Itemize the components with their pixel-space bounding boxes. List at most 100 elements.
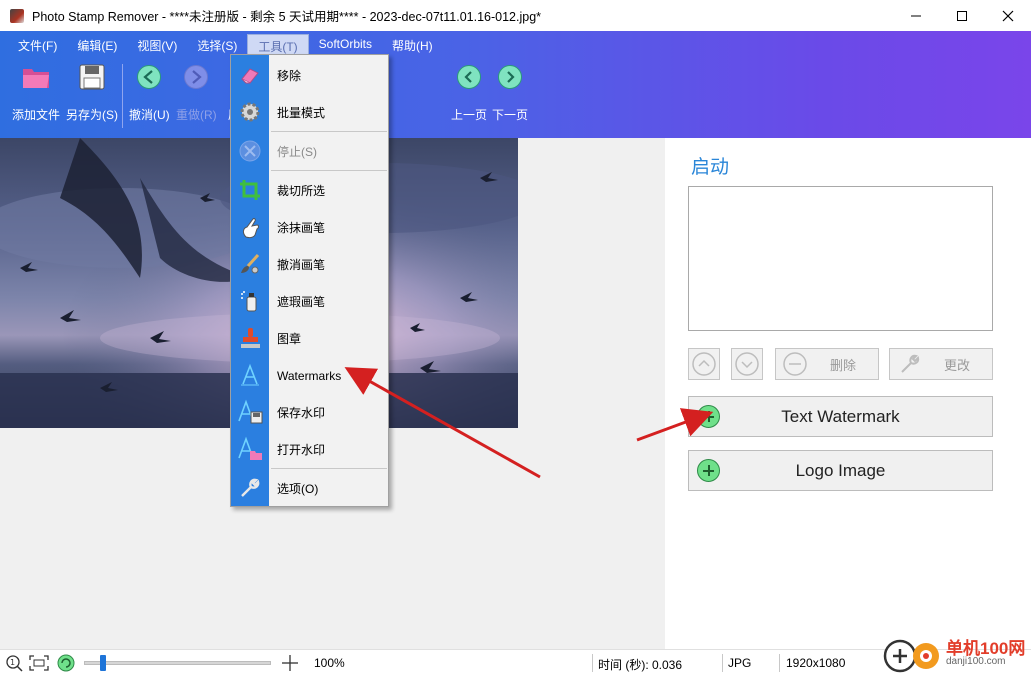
ribbon: 文件(F) 编辑(E) 视图(V) 选择(S) 工具(T) SoftOrbits… [0, 31, 1031, 138]
menu-item-stamp[interactable]: 图章 [231, 320, 388, 357]
eraser-icon [237, 62, 263, 88]
menu-item-label: 选项(O) [277, 482, 319, 496]
menu-item-label: 裁切所选 [277, 184, 326, 198]
finger-icon [237, 214, 263, 240]
plus-icon [697, 405, 720, 428]
next-page-button[interactable]: 下一页 [492, 62, 528, 123]
site-logo-icon [883, 639, 939, 673]
redo-button[interactable]: 重做(R) [176, 62, 217, 123]
text-watermark-label: Text Watermark [781, 406, 900, 426]
menu-item-options[interactable]: 选项(O) [231, 470, 388, 507]
chevron-up-icon [692, 352, 716, 376]
toolbar-separator [122, 64, 123, 128]
refresh-icon[interactable] [56, 653, 76, 673]
zoom-in-icon[interactable] [281, 654, 299, 672]
plus-icon [697, 459, 720, 482]
minus-circle-icon [783, 352, 807, 376]
menu-item-open-watermark[interactable]: 打开水印 [231, 431, 388, 468]
minimize-icon [911, 15, 921, 16]
menu-edit[interactable]: 编辑(E) [67, 34, 127, 56]
delete-label: 删除 [830, 357, 857, 373]
letter-a-icon [237, 362, 263, 388]
delete-button[interactable]: 删除 [775, 348, 879, 380]
save-as-button[interactable]: 另存为(S) [66, 62, 118, 123]
chevron-down-icon [735, 352, 759, 376]
menu-item-label: 撤消画笔 [277, 258, 326, 272]
prev-page-button[interactable]: 上一页 [451, 62, 487, 123]
menu-item-label: 保存水印 [277, 406, 326, 420]
prev-page-label: 上一页 [451, 108, 488, 122]
chevron-left-icon [454, 62, 484, 92]
save-watermark-icon [237, 399, 263, 425]
watermark-list[interactable] [688, 186, 993, 331]
arrow-right-icon [181, 62, 211, 92]
logo-image-button[interactable]: Logo Image [688, 450, 993, 491]
panel-title: 启动 [691, 157, 730, 178]
menu-item-label: 移除 [277, 69, 302, 83]
change-button[interactable]: 更改 [889, 348, 993, 380]
redo-label: 重做(R) [176, 108, 217, 122]
menu-item-label: 打开水印 [277, 443, 326, 457]
menu-item-label: 涂抹画笔 [277, 221, 326, 235]
svg-text:1: 1 [10, 658, 15, 667]
menu-help[interactable]: 帮助(H) [382, 34, 443, 56]
menu-item-label: 图章 [277, 332, 302, 346]
menu-bar: 文件(F) 编辑(E) 视图(V) 选择(S) 工具(T) SoftOrbits… [8, 34, 443, 56]
menu-view[interactable]: 视图(V) [127, 34, 187, 56]
arrow-left-icon [134, 62, 164, 92]
menu-select[interactable]: 选择(S) [187, 34, 247, 56]
fit-screen-icon[interactable] [28, 654, 50, 672]
menu-softorbits[interactable]: SoftOrbits [309, 34, 382, 56]
folder-icon [21, 62, 51, 92]
undo-label: 撤消(U) [129, 108, 170, 122]
add-file-button[interactable]: 添加文件 [12, 62, 60, 123]
maximize-button[interactable] [939, 0, 985, 31]
title-bar: Photo Stamp Remover - ****未注册版 - 剩余 5 天试… [0, 0, 1031, 31]
menu-item-watermarks[interactable]: Watermarks [231, 357, 388, 394]
close-button[interactable] [985, 0, 1031, 31]
menu-item-label: Watermarks [277, 368, 342, 383]
move-down-button[interactable] [731, 348, 763, 380]
menu-item-crop[interactable]: 裁切所选 [231, 172, 388, 209]
close-icon [1002, 10, 1014, 21]
zoom-level: 100% [314, 656, 345, 670]
text-watermark-button[interactable]: Text Watermark [688, 396, 993, 437]
site-watermark-sub: danji100.com [946, 656, 1006, 667]
brush-icon [237, 251, 263, 277]
menu-item-remove[interactable]: 移除 [231, 57, 388, 94]
status-bar: 1 100% 时间 (秒): 0.036 JPG 1920x1080 [0, 649, 1031, 675]
menu-item-smudge-brush[interactable]: 涂抹画笔 [231, 209, 388, 246]
menu-item-label: 遮瑕画笔 [277, 295, 326, 309]
panel-scroll-edge[interactable] [1023, 138, 1031, 649]
menu-file[interactable]: 文件(F) [8, 34, 67, 56]
menu-item-stop[interactable]: 停止(S) [231, 133, 388, 170]
menu-item-label: 批量模式 [277, 106, 326, 120]
zoom-fit-icon[interactable]: 1 [4, 654, 24, 672]
gear-icon [237, 99, 263, 125]
undo-button[interactable]: 撤消(U) [129, 62, 170, 123]
window-controls [893, 0, 1031, 31]
open-watermark-icon [237, 436, 263, 462]
menu-tools[interactable]: 工具(T) [247, 34, 309, 56]
zoom-slider[interactable] [84, 661, 271, 665]
move-up-button[interactable] [688, 348, 720, 380]
crop-icon [237, 177, 263, 203]
maximize-icon [957, 10, 967, 21]
spray-icon [237, 288, 263, 314]
menu-item-batch-mode[interactable]: 批量模式 [231, 94, 388, 131]
wrench-icon [237, 475, 263, 501]
zoom-slider-thumb[interactable] [99, 655, 106, 671]
tools-menu: 移除 批量模式 停止(S) 裁切所选 涂抹画笔 撤消画笔 遮瑕画笔 图章 Wat… [230, 54, 389, 507]
next-page-label: 下一页 [492, 108, 529, 122]
menu-item-label: 停止(S) [277, 145, 317, 159]
minimize-button[interactable] [893, 0, 939, 31]
stamp-icon [237, 325, 263, 351]
menu-item-concealer-brush[interactable]: 遮瑕画笔 [231, 283, 388, 320]
menu-item-undo-brush[interactable]: 撤消画笔 [231, 246, 388, 283]
floppy-disk-icon [77, 62, 107, 92]
add-file-label: 添加文件 [12, 108, 61, 122]
image-format: JPG [728, 656, 752, 670]
menu-item-save-watermark[interactable]: 保存水印 [231, 394, 388, 431]
change-label: 更改 [944, 357, 971, 373]
site-watermark: 单机100网 danji100.com [880, 632, 1030, 675]
